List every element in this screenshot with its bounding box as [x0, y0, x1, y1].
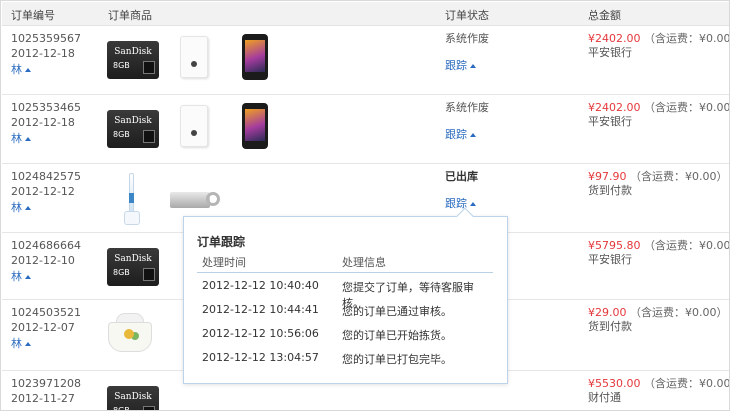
header-products: 订单商品: [108, 9, 152, 22]
order-date: 2012-11-27: [11, 392, 75, 405]
tracking-time: 2012-12-12 10:40:40: [202, 279, 319, 292]
order-id[interactable]: 1025359567: [11, 31, 81, 47]
order-id[interactable]: 1024503521: [11, 305, 81, 321]
tracking-info: 您的订单已通过审核。: [342, 305, 452, 318]
sandisk-card-image[interactable]: SanDisk 8GB: [107, 41, 159, 79]
usb-drive-image[interactable]: [170, 190, 220, 210]
tracking-time: 2012-12-12 10:44:41: [202, 303, 319, 316]
sandisk-card-image[interactable]: SanDisk 8GB: [107, 248, 159, 286]
sandisk-card-image[interactable]: SanDisk 8GB: [107, 386, 159, 410]
payment-method: 平安银行: [588, 253, 632, 266]
tracking-time: 2012-12-12 13:04:57: [202, 351, 319, 364]
triangle-up-icon: [470, 64, 476, 68]
tracking-time: 2012-12-12 10:56:06: [202, 327, 319, 340]
triangle-up-icon: [25, 275, 31, 279]
power-bank-image[interactable]: [180, 36, 208, 78]
order-id[interactable]: 1025353465: [11, 100, 81, 116]
payment-method: 平安银行: [588, 46, 632, 59]
tracking-info: 您的订单已开始拣货。: [342, 329, 452, 342]
table-header: 订单编号 订单商品 订单状态 总金额: [2, 2, 729, 26]
order-user-link[interactable]: 林: [11, 200, 31, 216]
payment-method: 货到付款: [588, 184, 632, 197]
order-user-link[interactable]: 林: [11, 131, 31, 147]
header-total: 总金额: [588, 9, 621, 22]
track-link[interactable]: 跟踪: [445, 196, 476, 212]
payment-method: 财付通: [588, 391, 621, 404]
electric-toothbrush-image[interactable]: [124, 173, 140, 225]
order-id[interactable]: 1023971208: [11, 376, 81, 392]
order-status: 系统作废: [445, 32, 489, 45]
tracking-entry: 2012-12-12 10:40:40 您提交了订单，等待客服审核。: [197, 279, 493, 310]
header-status: 订单状态: [445, 9, 489, 22]
order-id[interactable]: 1024686664: [11, 238, 81, 254]
payment-method: 平安银行: [588, 115, 632, 128]
order-list: 订单编号 订单商品 订单状态 总金额 1025359567 2012-12-18…: [0, 0, 730, 411]
order-id[interactable]: 1024842575: [11, 169, 81, 185]
sandisk-card-image[interactable]: SanDisk 8GB: [107, 110, 159, 148]
payment-method: 货到付款: [588, 320, 632, 333]
tracking-info: 您的订单已打包完毕。: [342, 353, 452, 366]
order-status: 已出库: [445, 170, 478, 183]
order-tracking-popup: 订单跟踪 处理时间 处理信息 2012-12-12 10:40:40 您提交了订…: [183, 207, 508, 384]
triangle-up-icon: [470, 202, 476, 206]
popup-table-header: 处理时间 处理信息: [197, 254, 493, 273]
track-link[interactable]: 跟踪: [445, 58, 476, 74]
triangle-up-icon: [25, 137, 31, 141]
smartphone-image[interactable]: [242, 103, 268, 149]
triangle-up-icon: [25, 68, 31, 72]
order-date: 2012-12-10: [11, 254, 75, 267]
order-user-link[interactable]: 林: [11, 336, 31, 352]
popup-col-info: 处理信息: [342, 256, 386, 269]
triangle-up-icon: [25, 206, 31, 210]
power-bank-image[interactable]: [180, 105, 208, 147]
order-date: 2012-12-18: [11, 47, 75, 60]
slow-cooker-image[interactable]: [108, 313, 152, 353]
smartphone-image[interactable]: [242, 34, 268, 80]
order-date: 2012-12-07: [11, 321, 75, 334]
header-order-no: 订单编号: [11, 9, 55, 22]
order-row: 1025359567 2012-12-18 林 SanDisk 8GB 系统作废 …: [2, 27, 729, 95]
popup-col-time: 处理时间: [202, 256, 246, 269]
order-row: 1025353465 2012-12-18 林 SanDisk 8GB 系统作废 …: [2, 96, 729, 164]
order-date: 2012-12-18: [11, 116, 75, 129]
order-user-link[interactable]: 林: [11, 62, 31, 78]
triangle-up-icon: [25, 342, 31, 346]
order-status: 系统作废: [445, 101, 489, 114]
order-user-link[interactable]: 林: [11, 269, 31, 285]
popup-title: 订单跟踪: [197, 235, 246, 249]
tracking-entry: 2012-12-12 10:44:41 您的订单已通过审核。: [197, 303, 493, 323]
tracking-entry: 2012-12-12 10:56:06 您的订单已开始拣货。: [197, 327, 493, 347]
tracking-entry: 2012-12-12 13:04:57 您的订单已打包完毕。: [197, 351, 493, 371]
triangle-up-icon: [470, 133, 476, 137]
track-link[interactable]: 跟踪: [445, 127, 476, 143]
order-date: 2012-12-12: [11, 185, 75, 198]
